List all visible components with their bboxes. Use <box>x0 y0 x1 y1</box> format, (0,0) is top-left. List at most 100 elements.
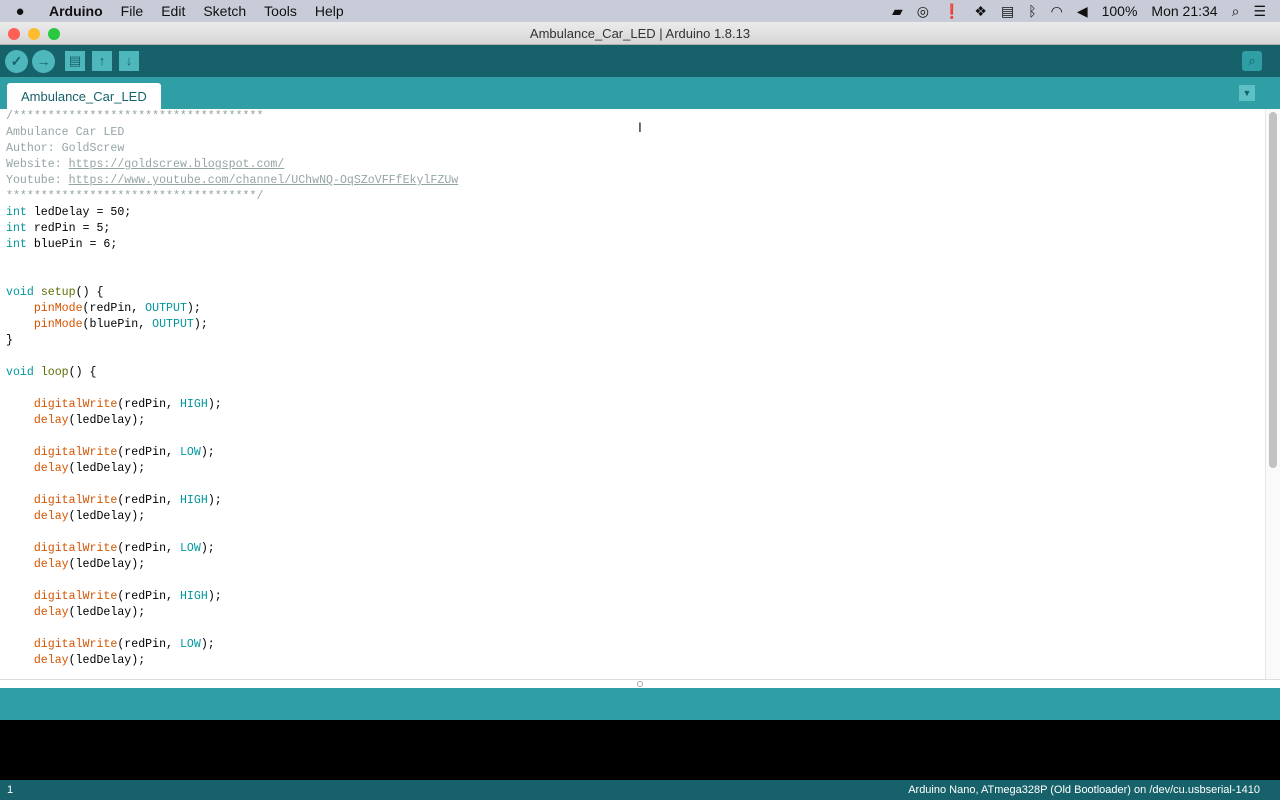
code-line[interactable]: delay(ledDelay); <box>6 605 458 621</box>
divider-handle-icon[interactable] <box>637 681 643 687</box>
code-line[interactable]: digitalWrite(redPin, LOW); <box>6 541 458 557</box>
code-line[interactable]: digitalWrite(redPin, LOW); <box>6 445 458 461</box>
code-editor[interactable]: /************************************ Amb… <box>0 109 1280 679</box>
close-window-button[interactable] <box>8 28 20 40</box>
code-token: delay <box>33 654 69 667</box>
code-token: (ledDelay); <box>68 654 146 667</box>
code-link[interactable]: https://goldscrew.blogspot.com/ <box>69 158 285 171</box>
code-line[interactable] <box>6 381 458 397</box>
code-token: (redPin, <box>82 302 146 315</box>
code-line[interactable]: digitalWrite(redPin, HIGH); <box>6 589 458 605</box>
code-token: ); <box>186 302 201 315</box>
battery-percent[interactable]: 100% <box>1102 3 1138 19</box>
code-line[interactable]: delay(ledDelay); <box>6 653 458 669</box>
code-token: bluePin = 6; <box>26 238 118 251</box>
code-line[interactable]: void setup() { <box>6 285 458 301</box>
code-line[interactable]: pinMode(bluePin, OUTPUT); <box>6 317 458 333</box>
code-link[interactable]: https://www.youtube.com/channel/UChwNQ-O… <box>69 174 459 187</box>
clock[interactable]: Mon 21:34 <box>1151 3 1217 19</box>
notification-center-icon[interactable]: ☰ <box>1253 3 1266 20</box>
window-titlebar: Ambulance_Car_LED | Arduino 1.8.13 <box>0 22 1280 45</box>
code-line[interactable] <box>6 269 458 285</box>
volume-icon[interactable]: ◀ <box>1077 3 1088 20</box>
menu-edit[interactable]: Edit <box>152 3 194 19</box>
code-line[interactable]: digitalWrite(redPin, LOW); <box>6 637 458 653</box>
display-icon[interactable]: ▰ <box>892 3 903 20</box>
editor-scrollbar[interactable] <box>1265 109 1280 679</box>
code-token: ); <box>207 398 222 411</box>
flag-icon[interactable]: ▤ <box>1001 3 1014 20</box>
console-output[interactable] <box>0 720 1280 780</box>
menu-tools[interactable]: Tools <box>255 3 306 19</box>
spotlight-search-icon[interactable]: ⌕ <box>1232 3 1240 20</box>
alert-icon[interactable]: ❗ <box>943 3 960 20</box>
bluetooth-icon[interactable]: ᛒ <box>1028 3 1036 19</box>
code-line[interactable]: delay(ledDelay); <box>6 413 458 429</box>
code-line[interactable]: int ledDelay = 50; <box>6 205 458 221</box>
menu-help[interactable]: Help <box>306 3 353 19</box>
code-line[interactable]: /************************************ <box>6 109 458 125</box>
menu-sketch[interactable]: Sketch <box>194 3 255 19</box>
new-sketch-button[interactable]: ▤ <box>65 51 85 71</box>
code-token: digitalWrite <box>33 638 118 651</box>
creative-cloud-icon[interactable]: ◎ <box>917 3 929 20</box>
scrollbar-thumb[interactable] <box>1269 112 1277 468</box>
menu-file[interactable]: File <box>112 3 153 19</box>
code-line[interactable]: delay(ledDelay); <box>6 509 458 525</box>
code-line[interactable]: Website: https://goldscrew.blogspot.com/ <box>6 157 458 173</box>
code-line[interactable]: Author: GoldScrew <box>6 141 458 157</box>
code-token: void <box>6 366 34 379</box>
menu-app[interactable]: Arduino <box>40 3 112 19</box>
code-line[interactable] <box>6 477 458 493</box>
code-line[interactable] <box>6 253 458 269</box>
code-text[interactable]: /************************************ Amb… <box>6 109 458 669</box>
dropbox-icon[interactable]: ❖ <box>974 3 987 20</box>
code-token: HIGH <box>179 398 208 411</box>
code-line[interactable] <box>6 429 458 445</box>
code-token: (redPin, <box>117 494 180 507</box>
code-token: (bluePin, <box>82 318 153 331</box>
code-token: digitalWrite <box>33 494 118 507</box>
minimize-window-button[interactable] <box>28 28 40 40</box>
upload-button[interactable]: → <box>32 50 55 73</box>
code-token: ledDelay = 50; <box>26 206 132 219</box>
zoom-window-button[interactable] <box>48 28 60 40</box>
code-token: Youtube: <box>6 174 69 187</box>
code-line[interactable]: digitalWrite(redPin, HIGH); <box>6 397 458 413</box>
code-token: } <box>6 334 13 347</box>
text-cursor-icon: I <box>638 119 642 135</box>
code-line[interactable]: Youtube: https://www.youtube.com/channel… <box>6 173 458 189</box>
status-bar: 1 Arduino Nano, ATmega328P (Old Bootload… <box>0 780 1280 800</box>
serial-monitor-button[interactable]: ⌕ <box>1242 51 1262 71</box>
code-line[interactable]: digitalWrite(redPin, HIGH); <box>6 493 458 509</box>
code-line[interactable] <box>6 349 458 365</box>
save-button[interactable]: ↓ <box>119 51 139 71</box>
code-token: delay <box>33 558 69 571</box>
code-line[interactable]: delay(ledDelay); <box>6 461 458 477</box>
code-line[interactable]: Ambulance Car LED <box>6 125 458 141</box>
code-line[interactable] <box>6 621 458 637</box>
code-line[interactable] <box>6 573 458 589</box>
wifi-icon[interactable]: ◠ <box>1051 3 1063 20</box>
code-line[interactable]: int redPin = 5; <box>6 221 458 237</box>
code-line[interactable]: ************************************/ <box>6 189 458 205</box>
code-token: (ledDelay); <box>68 606 146 619</box>
verify-button[interactable]: ✓ <box>5 50 28 73</box>
tab-menu-chevron-down-icon[interactable]: ▼ <box>1239 85 1255 101</box>
open-button[interactable]: ↑ <box>92 51 112 71</box>
code-line[interactable]: void loop() { <box>6 365 458 381</box>
pane-divider[interactable] <box>0 679 1280 688</box>
code-line[interactable] <box>6 525 458 541</box>
apple-menu-icon[interactable]: ● <box>0 3 40 20</box>
code-line[interactable]: int bluePin = 6; <box>6 237 458 253</box>
code-line[interactable]: pinMode(redPin, OUTPUT); <box>6 301 458 317</box>
code-token: LOW <box>179 638 201 651</box>
code-line[interactable]: } <box>6 333 458 349</box>
code-line[interactable]: delay(ledDelay); <box>6 557 458 573</box>
tab-ambulance-car-led[interactable]: Ambulance_Car_LED <box>7 83 161 109</box>
